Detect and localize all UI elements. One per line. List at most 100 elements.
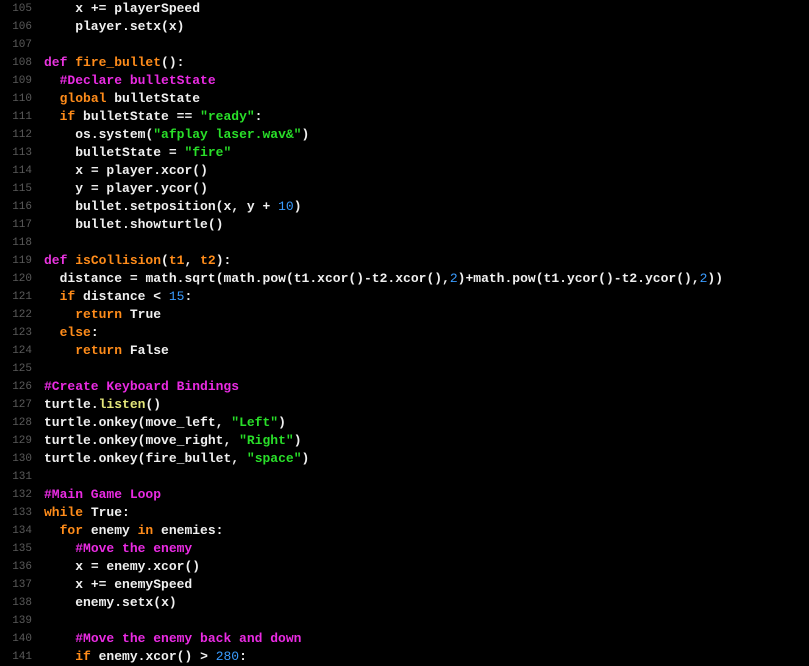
- token-id: bulletState: [44, 145, 169, 160]
- token-id: player: [44, 19, 122, 34]
- token-op: :: [184, 289, 192, 304]
- token-id: [44, 73, 60, 88]
- token-cmt: #Move the enemy back and down: [75, 631, 301, 646]
- token-fn: isCollision: [75, 253, 161, 268]
- token-id: t2: [372, 271, 388, 286]
- token-op: ,: [184, 253, 200, 268]
- token-str: "space": [247, 451, 302, 466]
- line-number: 107: [4, 36, 32, 54]
- token-op: :: [239, 649, 247, 664]
- token-id: [44, 631, 75, 646]
- code-line[interactable]: [44, 468, 809, 486]
- token-mid: setposition: [130, 199, 216, 214]
- line-number: 105: [4, 0, 32, 18]
- token-mid: system: [99, 127, 146, 142]
- token-id: [192, 109, 200, 124]
- code-line[interactable]: [44, 36, 809, 54]
- token-mid: onkey: [99, 433, 138, 448]
- token-bool: False: [130, 343, 169, 358]
- code-line[interactable]: #Create Keyboard Bindings: [44, 378, 809, 396]
- token-mid: xcor: [161, 163, 192, 178]
- code-line[interactable]: while True:: [44, 504, 809, 522]
- token-id: [44, 343, 75, 358]
- code-line[interactable]: return False: [44, 342, 809, 360]
- code-line[interactable]: x = player.xcor(): [44, 162, 809, 180]
- token-id: x: [44, 577, 91, 592]
- code-line[interactable]: bullet.setposition(x, y + 10): [44, 198, 809, 216]
- code-line[interactable]: if distance < 15:: [44, 288, 809, 306]
- token-op: .: [637, 271, 645, 286]
- code-line[interactable]: #Main Game Loop: [44, 486, 809, 504]
- code-line[interactable]: turtle.onkey(fire_bullet, "space"): [44, 450, 809, 468]
- token-id: enemy: [44, 595, 114, 610]
- token-op: ,: [231, 451, 247, 466]
- token-mid: setx: [130, 19, 161, 34]
- code-line[interactable]: x += playerSpeed: [44, 0, 809, 18]
- code-line[interactable]: [44, 612, 809, 630]
- line-number: 138: [4, 594, 32, 612]
- line-number: 113: [4, 144, 32, 162]
- code-line[interactable]: bullet.showturtle(): [44, 216, 809, 234]
- code-line[interactable]: bulletState = "fire": [44, 144, 809, 162]
- code-line[interactable]: [44, 234, 809, 252]
- code-line[interactable]: #Move the enemy back and down: [44, 630, 809, 648]
- token-mid: setx: [122, 595, 153, 610]
- token-id: player: [99, 163, 154, 178]
- code-line[interactable]: y = player.ycor(): [44, 180, 809, 198]
- code-line[interactable]: if enemy.xcor() > 280:: [44, 648, 809, 666]
- token-cmt: #Create Keyboard Bindings: [44, 379, 239, 394]
- token-id: playerSpeed: [106, 1, 200, 16]
- token-mid: pow: [263, 271, 286, 286]
- line-number: 111: [4, 108, 32, 126]
- code-line[interactable]: def fire_bullet():: [44, 54, 809, 72]
- code-line[interactable]: def isCollision(t1, t2):: [44, 252, 809, 270]
- token-id: distance: [44, 271, 130, 286]
- token-op: ():: [161, 55, 184, 70]
- line-number: 137: [4, 576, 32, 594]
- code-line[interactable]: if bulletState == "ready":: [44, 108, 809, 126]
- token-id: os: [44, 127, 91, 142]
- token-mid: xcor: [395, 271, 426, 286]
- code-line[interactable]: turtle.onkey(move_right, "Right"): [44, 432, 809, 450]
- token-id: t2: [622, 271, 638, 286]
- code-line[interactable]: for enemy in enemies:: [44, 522, 809, 540]
- token-op: (: [161, 253, 169, 268]
- token-id: [44, 325, 60, 340]
- token-op: ()-: [348, 271, 371, 286]
- token-def: def: [44, 55, 75, 70]
- code-line[interactable]: player.setx(x): [44, 18, 809, 36]
- token-num: 15: [169, 289, 185, 304]
- line-number: 122: [4, 306, 32, 324]
- code-line[interactable]: x += enemySpeed: [44, 576, 809, 594]
- token-id: enemySpeed: [106, 577, 192, 592]
- token-id: math: [473, 271, 504, 286]
- token-bool: True: [130, 307, 161, 322]
- code-editor[interactable]: 1051061071081091101111121131141151161171…: [0, 0, 809, 660]
- code-line[interactable]: enemy.setx(x): [44, 594, 809, 612]
- code-line[interactable]: #Declare bulletState: [44, 72, 809, 90]
- token-kw: in: [138, 523, 154, 538]
- token-id: move_right: [145, 433, 223, 448]
- code-line[interactable]: #Move the enemy: [44, 540, 809, 558]
- token-op: :: [216, 523, 224, 538]
- token-id: distance: [75, 289, 153, 304]
- token-mid: pow: [512, 271, 535, 286]
- token-op: ): [294, 199, 302, 214]
- code-line[interactable]: os.system("afplay laser.wav&"): [44, 126, 809, 144]
- code-line[interactable]: return True: [44, 306, 809, 324]
- code-area[interactable]: x += playerSpeed player.setx(x)def fire_…: [40, 0, 809, 660]
- code-line[interactable]: x = enemy.xcor(): [44, 558, 809, 576]
- code-line[interactable]: turtle.onkey(move_left, "Left"): [44, 414, 809, 432]
- line-number: 119: [4, 252, 32, 270]
- code-line[interactable]: [44, 360, 809, 378]
- token-id: y: [247, 199, 263, 214]
- code-line[interactable]: global bulletState: [44, 90, 809, 108]
- token-str: "afplay laser.wav&": [153, 127, 301, 142]
- token-id: bullet: [44, 199, 122, 214]
- code-line[interactable]: turtle.listen(): [44, 396, 809, 414]
- line-number: 115: [4, 180, 32, 198]
- token-id: turtle: [44, 451, 91, 466]
- code-line[interactable]: else:: [44, 324, 809, 342]
- token-cmt: #Main Game Loop: [44, 487, 161, 502]
- code-line[interactable]: distance = math.sqrt(math.pow(t1.xcor()-…: [44, 270, 809, 288]
